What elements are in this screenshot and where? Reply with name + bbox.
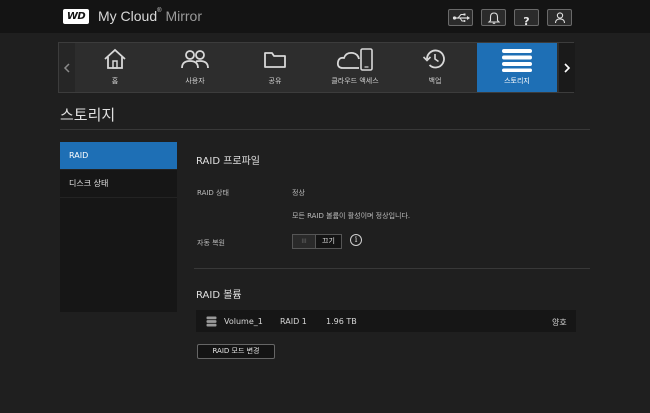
- app-suffix: Mirror: [165, 8, 202, 24]
- storage-sidebar: RAID 디스크 상태: [60, 142, 177, 312]
- registered-mark: ®: [157, 8, 162, 14]
- cloud-device-icon: [336, 48, 373, 71]
- storage-icon: [502, 49, 532, 72]
- volume-raid-level: RAID 1: [280, 317, 307, 326]
- help-icon: ?: [523, 15, 530, 28]
- info-icon[interactable]: i: [350, 234, 362, 246]
- nav-item-users-label: 사용자: [185, 77, 205, 85]
- nav-item-backup[interactable]: 백업: [395, 43, 475, 92]
- nav-item-shares-label: 공유: [268, 77, 282, 85]
- volume-size: 1.96 TB: [326, 317, 357, 326]
- section-divider: [194, 268, 590, 269]
- user-icon: [554, 12, 565, 24]
- raid-status-label: RAID 상태: [197, 189, 229, 197]
- raid-status-message: 모든 RAID 볼륨이 활성이며 정상입니다.: [292, 212, 411, 220]
- raid-profile-title: RAID 프로파일: [196, 156, 261, 167]
- history-icon: [422, 49, 445, 69]
- toggle-state: 끄기: [322, 237, 335, 245]
- page-title: 스토리지: [60, 106, 116, 124]
- title-divider: [60, 129, 590, 130]
- nav-item-backup-label: 백업: [428, 77, 442, 85]
- nav-prev-button[interactable]: [59, 43, 75, 92]
- nav-item-shares[interactable]: 공유: [235, 43, 315, 92]
- raid-status-value: 정상: [292, 189, 305, 197]
- help-button[interactable]: ?: [514, 9, 539, 28]
- users-icon: [181, 50, 209, 69]
- nav-item-cloud-access-label: 클라우드 액세스: [331, 77, 379, 85]
- auto-rebuild-toggle[interactable]: III 끄기: [292, 234, 342, 249]
- nav-item-home[interactable]: 홈: [75, 43, 155, 92]
- change-raid-mode-button[interactable]: RAID 모드 변경: [197, 344, 275, 359]
- chevron-left-icon: [63, 62, 70, 73]
- usb-button[interactable]: [448, 9, 473, 26]
- home-icon: [104, 48, 126, 69]
- sidebar-item-raid[interactable]: RAID: [60, 142, 177, 170]
- notifications-button[interactable]: [481, 9, 506, 26]
- main-nav: 홈 사용자 공유 클라우드 액세스 백업 스토리지: [58, 42, 575, 93]
- volume-status: 양호: [552, 318, 567, 327]
- auto-rebuild-label: 자동 복원: [197, 239, 225, 247]
- nav-item-users[interactable]: 사용자: [155, 43, 235, 92]
- nav-next-button[interactable]: [559, 43, 575, 92]
- bell-icon: [487, 12, 500, 24]
- nav-item-home-label: 홈: [111, 77, 119, 85]
- toggle-handle: III: [293, 235, 316, 248]
- top-bar: WD My Cloud® Mirror ?: [0, 0, 650, 33]
- nav-item-storage-label: 스토리지: [504, 77, 530, 85]
- wd-logo: WD: [63, 9, 89, 24]
- app-name: My Cloud: [98, 8, 158, 24]
- database-icon: [206, 316, 217, 327]
- user-button[interactable]: [547, 9, 572, 26]
- volume-name: Volume_1: [224, 317, 263, 326]
- table-row[interactable]: Volume_1 RAID 1 1.96 TB 양호: [196, 310, 576, 332]
- sidebar-item-disk-status[interactable]: 디스크 상태: [60, 170, 177, 198]
- nav-item-storage[interactable]: 스토리지: [477, 43, 557, 92]
- app-title: My Cloud® Mirror: [98, 8, 202, 24]
- chevron-right-icon: [564, 62, 571, 73]
- nav-item-cloud-access[interactable]: 클라우드 액세스: [315, 43, 395, 92]
- raid-volume-title: RAID 볼륨: [196, 290, 242, 301]
- usb-icon: [452, 13, 470, 22]
- folder-icon: [264, 52, 286, 68]
